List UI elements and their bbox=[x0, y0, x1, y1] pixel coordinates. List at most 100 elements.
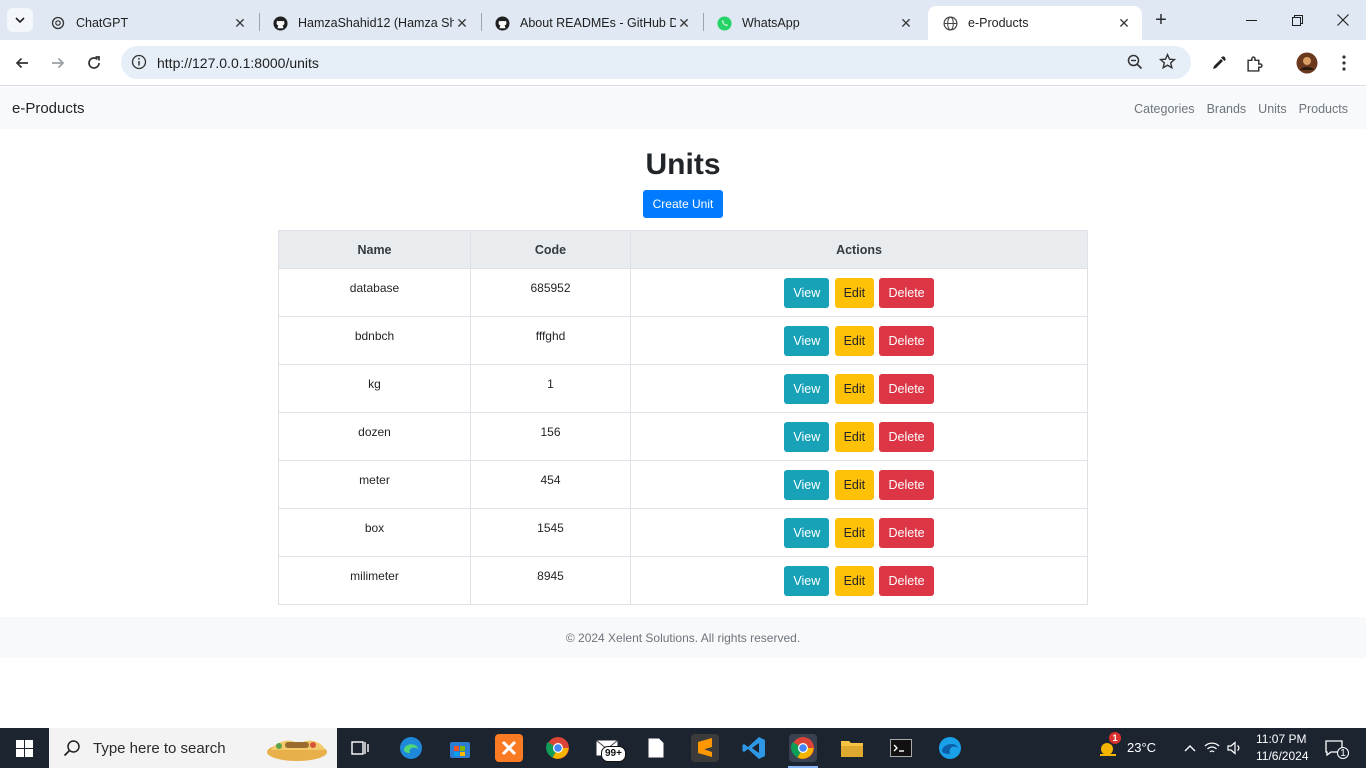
view-button[interactable]: View bbox=[784, 422, 830, 452]
browser-app-icon bbox=[939, 737, 961, 759]
vscode-app-button[interactable] bbox=[740, 734, 768, 762]
address-bar[interactable]: http://127.0.0.1:8000/units bbox=[121, 46, 1191, 79]
unit-name-cell: database bbox=[278, 268, 471, 317]
close-icon[interactable]: ✕ bbox=[454, 15, 470, 31]
search-placeholder: Type here to search bbox=[93, 739, 226, 757]
tab-github-profile[interactable]: HamzaShahid12 (Hamza Sha ✕ bbox=[258, 6, 480, 40]
volume-button[interactable] bbox=[1224, 734, 1246, 762]
view-button[interactable]: View bbox=[784, 326, 830, 356]
tab-search-button[interactable] bbox=[7, 8, 33, 32]
chrome-icon bbox=[546, 737, 569, 759]
taskbar-search-box[interactable]: Type here to search bbox=[49, 728, 337, 768]
delete-button[interactable]: Delete bbox=[879, 326, 934, 356]
close-icon[interactable]: ✕ bbox=[232, 15, 248, 31]
windows-logo-icon bbox=[15, 739, 33, 757]
delete-button[interactable]: Delete bbox=[879, 470, 934, 500]
site-navbar: e-Products Categories Brands Units Produ… bbox=[0, 87, 1366, 129]
edit-button[interactable]: Edit bbox=[834, 278, 875, 308]
unit-code-cell: fffghd bbox=[470, 316, 631, 365]
clock-time[interactable]: 11:07 PM bbox=[1256, 732, 1306, 746]
edit-button[interactable]: Edit bbox=[834, 518, 875, 548]
delete-button[interactable]: Delete bbox=[879, 374, 934, 404]
profile-avatar[interactable] bbox=[1294, 50, 1320, 76]
edit-button[interactable]: Edit bbox=[834, 326, 875, 356]
edge-beta-app-button[interactable] bbox=[936, 734, 964, 762]
notification-center-button[interactable]: 1 bbox=[1320, 734, 1349, 762]
clock-date[interactable]: 11/6/2024 bbox=[1256, 749, 1309, 763]
actions-cell: View Edit Delete bbox=[630, 364, 1088, 413]
nav-link-categories[interactable]: Categories bbox=[1134, 102, 1194, 116]
eyedropper-extension-button[interactable] bbox=[1206, 50, 1232, 76]
actions-cell: View Edit Delete bbox=[630, 556, 1088, 605]
zoom-icon[interactable] bbox=[1127, 54, 1143, 73]
unit-code-cell: 454 bbox=[470, 460, 631, 509]
table-row: meter 454 View Edit Delete bbox=[278, 460, 1088, 509]
actions-cell: View Edit Delete bbox=[630, 460, 1088, 509]
column-header-name: Name bbox=[278, 230, 471, 269]
nav-link-units[interactable]: Units bbox=[1258, 102, 1286, 116]
bookmark-star-icon[interactable] bbox=[1158, 52, 1177, 73]
reload-button[interactable] bbox=[81, 50, 107, 76]
close-icon[interactable]: ✕ bbox=[1116, 15, 1132, 31]
unit-name-cell: box bbox=[278, 508, 471, 557]
unit-code-cell: 8945 bbox=[470, 556, 631, 605]
nav-link-brands[interactable]: Brands bbox=[1207, 102, 1247, 116]
footer-copyright: © 2024 Xelent Solutions. All rights rese… bbox=[565, 631, 801, 645]
minimize-button[interactable] bbox=[1228, 8, 1274, 32]
edit-button[interactable]: Edit bbox=[834, 470, 875, 500]
file-explorer-button[interactable] bbox=[838, 734, 866, 762]
browser-menu-button[interactable] bbox=[1331, 50, 1357, 76]
extensions-button[interactable] bbox=[1241, 50, 1267, 76]
delete-button[interactable]: Delete bbox=[879, 566, 934, 596]
store-icon bbox=[450, 742, 470, 758]
task-view-button[interactable] bbox=[346, 734, 374, 762]
actions-cell: View Edit Delete bbox=[630, 412, 1088, 461]
view-button[interactable]: View bbox=[784, 278, 830, 308]
temperature-text[interactable]: 23°C bbox=[1127, 740, 1156, 755]
edit-button[interactable]: Edit bbox=[834, 374, 875, 404]
edit-button[interactable]: Edit bbox=[834, 422, 875, 452]
show-hidden-icons-button[interactable] bbox=[1176, 734, 1204, 762]
edge-app-button[interactable] bbox=[397, 734, 425, 762]
edit-button[interactable]: Edit bbox=[834, 566, 875, 596]
chrome-app-button[interactable] bbox=[544, 734, 572, 762]
start-button[interactable] bbox=[0, 728, 48, 768]
delete-button[interactable]: Delete bbox=[879, 518, 934, 548]
delete-button[interactable]: Delete bbox=[879, 278, 934, 308]
notepad-app-button[interactable] bbox=[642, 734, 670, 762]
site-info-icon[interactable] bbox=[131, 54, 147, 73]
terminal-app-button[interactable] bbox=[887, 734, 915, 762]
table-row: kg 1 View Edit Delete bbox=[278, 364, 1088, 413]
forward-button[interactable] bbox=[45, 50, 71, 76]
delete-button[interactable]: Delete bbox=[879, 422, 934, 452]
new-tab-button[interactable]: + bbox=[1150, 10, 1172, 32]
puzzle-icon bbox=[1246, 55, 1263, 72]
tab-github-readmes[interactable]: About READMEs - GitHub D ✕ bbox=[480, 6, 702, 40]
tab-chatgpt[interactable]: ChatGPT ✕ bbox=[36, 6, 258, 40]
tab-title: ChatGPT bbox=[76, 16, 129, 30]
back-button[interactable] bbox=[9, 50, 35, 76]
notification-count: 1 bbox=[1337, 747, 1349, 759]
xampp-button[interactable] bbox=[495, 734, 523, 762]
close-window-button[interactable] bbox=[1320, 8, 1366, 32]
weather-widget[interactable]: 1 bbox=[1094, 732, 1122, 762]
view-button[interactable]: View bbox=[784, 566, 830, 596]
restore-button[interactable] bbox=[1274, 8, 1320, 32]
navbar-brand[interactable]: e-Products bbox=[12, 100, 85, 117]
nav-link-products[interactable]: Products bbox=[1299, 102, 1348, 116]
create-unit-button[interactable]: Create Unit bbox=[643, 190, 723, 218]
mail-app-button[interactable]: 99+ bbox=[593, 734, 626, 762]
tab-whatsapp[interactable]: WhatsApp ✕ bbox=[702, 6, 924, 40]
network-button[interactable] bbox=[1201, 734, 1223, 762]
microsoft-store-button[interactable] bbox=[446, 734, 474, 762]
close-icon[interactable]: ✕ bbox=[898, 15, 914, 31]
chrome-profile-app-button[interactable] bbox=[789, 734, 817, 762]
tab-e-products[interactable]: e-Products ✕ bbox=[928, 6, 1142, 40]
view-button[interactable]: View bbox=[784, 470, 830, 500]
unit-code-cell: 1 bbox=[470, 364, 631, 413]
view-button[interactable]: View bbox=[784, 374, 830, 404]
sublime-text-button[interactable] bbox=[691, 734, 719, 762]
table-row: milimeter 8945 View Edit Delete bbox=[278, 556, 1088, 605]
close-icon[interactable]: ✕ bbox=[676, 15, 692, 31]
view-button[interactable]: View bbox=[784, 518, 830, 548]
